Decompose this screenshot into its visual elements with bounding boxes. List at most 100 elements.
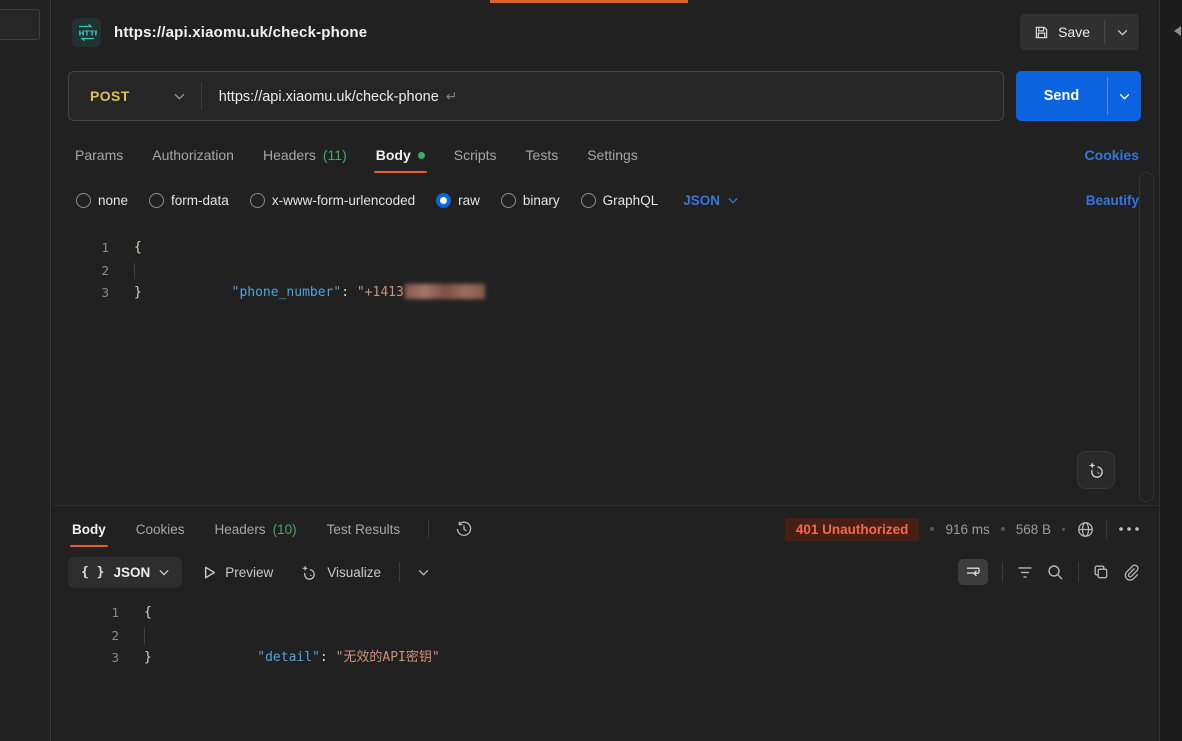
postbot-sparkle-icon [1086, 460, 1106, 480]
paperclip-icon [1123, 564, 1140, 581]
preview-button[interactable]: Preview [204, 565, 273, 580]
more-options-button[interactable] [1118, 525, 1140, 533]
language-selector[interactable]: JSON [683, 193, 738, 208]
status-badge[interactable]: 401 Unauthorized [785, 518, 920, 541]
body-modified-dot [418, 152, 425, 159]
indent-guide [134, 263, 135, 280]
editor-scrollbar[interactable] [1139, 172, 1154, 502]
tab-tests[interactable]: Tests [524, 137, 561, 173]
enter-hint: ↵ [446, 88, 458, 104]
page-title: https://api.xiaomu.uk/check-phone [114, 24, 367, 41]
radio-circle [250, 193, 265, 208]
request-tabs: Params Authorization Headers (11) Body S… [73, 136, 1139, 174]
tab-body[interactable]: Body [374, 137, 427, 173]
url-box: POST https://api.xiaomu.uk/check-phone ↵ [68, 71, 1004, 121]
chevron-down-icon [174, 93, 185, 100]
send-button-group: Send [1016, 71, 1141, 121]
dot-separator [930, 527, 934, 531]
chevron-down-icon [1119, 93, 1130, 100]
wrap-text-button[interactable] [958, 559, 988, 585]
code-line: 1 { [52, 237, 1159, 260]
copy-button[interactable] [1093, 564, 1109, 580]
tab-params[interactable]: Params [73, 137, 125, 173]
save-button[interactable]: Save [1020, 14, 1104, 50]
radio-binary[interactable]: binary [501, 193, 560, 208]
response-meta: 401 Unauthorized 916 ms 568 B [785, 518, 1140, 541]
url-value: https://api.xiaomu.uk/check-phone [219, 89, 439, 105]
method-label: POST [90, 88, 130, 104]
body-type-row: none form-data x-www-form-urlencoded raw… [76, 186, 1139, 214]
request-body-editor[interactable]: 1 { 2 "phone_number": "+1413 3 } [52, 229, 1159, 505]
line-number: 2 [52, 625, 119, 648]
beautify-link[interactable]: Beautify [1086, 193, 1139, 208]
network-info-button[interactable] [1076, 520, 1095, 539]
response-panel: Body Cookies Headers (10) Test Results 4… [52, 505, 1159, 741]
ellipsis-icon [1118, 525, 1140, 533]
response-tabs: Body Cookies Headers (10) Test Results 4… [70, 511, 1140, 547]
http-request-icon: HTTP [72, 18, 101, 47]
visualize-sparkle-icon [299, 563, 318, 582]
request-workspace: HTTP https://api.xiaomu.uk/check-phone S… [52, 0, 1159, 741]
chevron-down-icon [418, 569, 429, 576]
send-options-button[interactable] [1108, 71, 1141, 121]
save-button-group: Save [1020, 14, 1139, 50]
response-tools [958, 559, 1140, 585]
wrap-text-icon [965, 565, 981, 579]
divider [428, 519, 429, 539]
radio-circle [501, 193, 516, 208]
search-button[interactable] [1047, 564, 1064, 581]
copy-icon [1093, 564, 1109, 580]
braces-icon: { } [81, 565, 104, 580]
sidebar-collapsed-tab[interactable] [0, 9, 40, 40]
response-time[interactable]: 916 ms [945, 522, 989, 537]
divider [201, 82, 202, 110]
filter-button[interactable] [1017, 566, 1033, 579]
screen-share-indicator [490, 0, 688, 3]
save-icon [1034, 25, 1049, 40]
play-icon [204, 566, 216, 579]
cookies-link[interactable]: Cookies [1085, 147, 1139, 163]
radio-form-data[interactable]: form-data [149, 193, 229, 208]
method-selector[interactable]: POST [69, 88, 201, 104]
radio-circle [149, 193, 164, 208]
tab-settings[interactable]: Settings [585, 137, 640, 173]
send-button[interactable]: Send [1016, 71, 1107, 121]
visualize-button[interactable]: Visualize [299, 563, 381, 582]
tab-headers[interactable]: Headers (11) [261, 137, 349, 173]
globe-icon [1076, 520, 1095, 539]
radio-circle-checked [436, 193, 451, 208]
radio-raw[interactable]: raw [436, 193, 480, 208]
collapse-panel-icon[interactable] [1174, 26, 1181, 36]
code-line: 1 { [52, 602, 1159, 625]
line-number: 3 [52, 647, 119, 670]
radio-circle [581, 193, 596, 208]
response-size[interactable]: 568 B [1016, 522, 1051, 537]
language-label: JSON [683, 193, 720, 208]
dot-separator [1062, 528, 1065, 531]
chevron-down-icon [728, 197, 738, 204]
svg-text:HTTP: HTTP [79, 28, 98, 37]
divider [1078, 562, 1079, 582]
visualize-options-button[interactable] [418, 569, 429, 576]
postbot-button[interactable] [1077, 451, 1115, 489]
tab-authorization[interactable]: Authorization [150, 137, 236, 173]
redacted-phone-value [405, 284, 485, 299]
response-tab-test-results[interactable]: Test Results [325, 512, 403, 547]
response-tab-cookies[interactable]: Cookies [134, 512, 187, 547]
url-input[interactable]: https://api.xiaomu.uk/check-phone ↵ [219, 88, 458, 105]
link-button[interactable] [1123, 564, 1140, 581]
radio-none[interactable]: none [76, 193, 128, 208]
dot-separator [1001, 527, 1005, 531]
radio-x-www-form-urlencoded[interactable]: x-www-form-urlencoded [250, 193, 415, 208]
tab-scripts[interactable]: Scripts [452, 137, 499, 173]
code-line: 2 "phone_number": "+1413 [52, 260, 1159, 283]
response-body-editor[interactable]: 1 { 2 "detail": "无效的API密钥" 3 } [52, 598, 1159, 670]
save-options-button[interactable] [1105, 14, 1139, 50]
response-history-button[interactable] [455, 520, 473, 538]
response-tab-headers[interactable]: Headers (10) [213, 512, 299, 547]
radio-graphql[interactable]: GraphQL [581, 193, 659, 208]
response-format-selector[interactable]: { } JSON [68, 557, 182, 588]
chevron-down-icon [1117, 29, 1128, 36]
response-tab-body[interactable]: Body [70, 512, 108, 547]
response-headers-count: (10) [273, 522, 297, 537]
